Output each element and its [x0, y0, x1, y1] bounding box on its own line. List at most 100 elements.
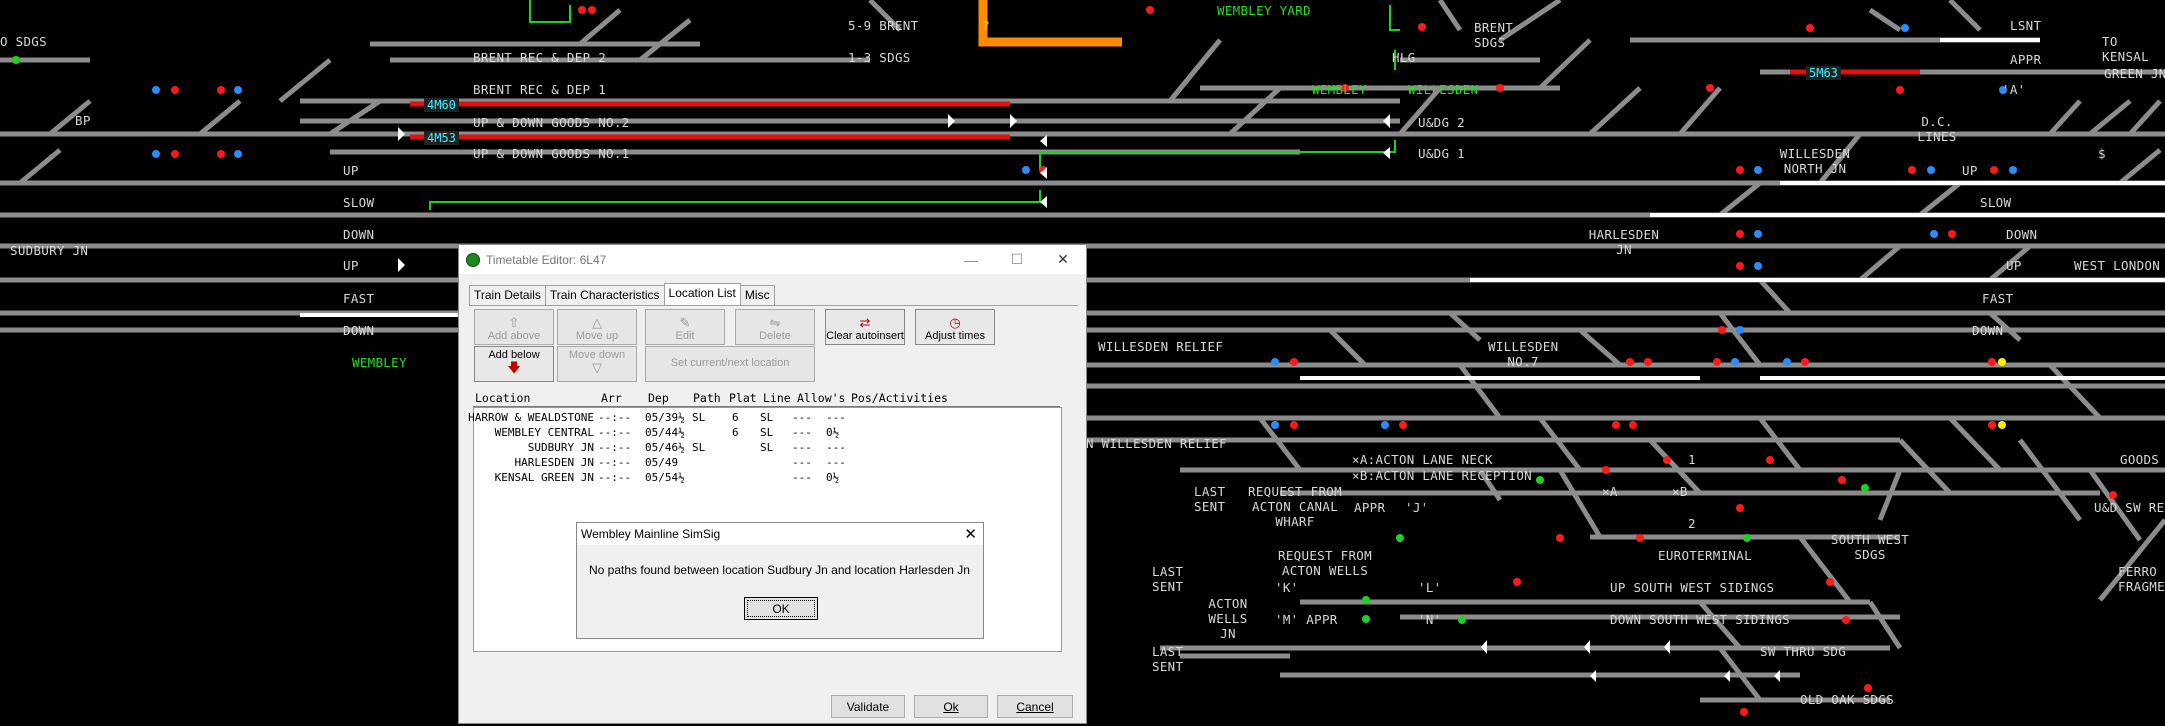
- message-ok-button[interactable]: OK: [744, 597, 818, 620]
- cell-location: KENSAL GREEN JN: [494, 471, 594, 484]
- label-to-kensal: TO KENSAL: [2102, 34, 2149, 64]
- arrow-down-icon: 🡇: [507, 360, 521, 375]
- move-up-button[interactable]: △ Move up: [557, 309, 637, 345]
- label-udg1: U&DG 1: [1418, 146, 1465, 161]
- label-appr-mid: APPR: [1354, 500, 1386, 515]
- col-line: Line: [763, 391, 791, 405]
- label-wembley-mid: WEMBLEY: [1312, 82, 1367, 97]
- label-willesden: WILLESDEN: [1408, 82, 1479, 97]
- label-euroterminal: EUROTERMINAL: [1658, 548, 1752, 563]
- table-row[interactable]: WEMBLEY CENTRAL --:-- 05/44½ 6 SL --- 0½: [474, 426, 1061, 441]
- message-text: No paths found between location Sudbury …: [589, 563, 970, 577]
- move-down-button[interactable]: Move down ▽: [557, 346, 637, 382]
- timetable-editor-titlebar[interactable]: Timetable Editor: 6L47 — ☐ ✕: [459, 245, 1086, 274]
- label-acton-lane-neck: ×A:ACTON LANE NECK: [1352, 452, 1493, 467]
- adjust-times-button[interactable]: ◷ Adjust times: [915, 309, 995, 345]
- label-down-2: DOWN: [343, 323, 375, 338]
- timetable-editor-title: Timetable Editor: 6L47: [486, 252, 607, 267]
- cell-arr: --:--: [598, 471, 632, 484]
- berth-4m60[interactable]: 4M60: [424, 98, 459, 112]
- label-request-acton-wells: REQUEST FROM ACTON WELLS: [1278, 548, 1372, 578]
- col-arr: Arr: [601, 391, 622, 405]
- table-row[interactable]: HARROW & WEALDSTONE --:-- 05/39½ SL 6 SL --- --…: [468, 411, 1061, 426]
- table-row[interactable]: SUDBURY JN --:-- 05/46½ SL SL --- ---: [474, 441, 1061, 456]
- label-up-south-west-sidings: UP SOUTH WEST SIDINGS: [1610, 580, 1775, 595]
- label-j-quote: 'J': [1405, 500, 1429, 515]
- cell-dep: 05/49: [645, 456, 679, 469]
- label-bp: BP: [75, 113, 91, 128]
- set-current-next-button[interactable]: Set current/next location: [645, 346, 815, 382]
- tab-location-list[interactable]: Location List: [663, 283, 741, 306]
- label-ferro-fragmen: FERRO FRAGMEN: [2118, 564, 2165, 594]
- label-k-quote: 'K': [1275, 580, 1299, 595]
- label-last-sent-3: LAST SENT: [1152, 644, 1184, 674]
- train-down-icon: ▽: [592, 360, 602, 375]
- route-layer: [410, 69, 1920, 140]
- label-one: 1: [1688, 452, 1696, 467]
- message-close-icon[interactable]: ✕: [964, 525, 977, 543]
- ok-button[interactable]: Ok: [914, 695, 988, 718]
- label-willesden-no7: WILLESDEN NO.7: [1488, 339, 1559, 369]
- timetable-editor-window[interactable]: Timetable Editor: 6L47 — ☐ ✕ Train Detai…: [458, 244, 1087, 724]
- add-above-button[interactable]: ⇧ Add above: [474, 309, 554, 345]
- label-south-west-sdgs: SOUTH WEST SDGS: [1830, 532, 1910, 562]
- label-sudbury-jn: SUDBURY JN: [10, 243, 89, 258]
- cell-pos: 0½: [826, 471, 840, 484]
- cancel-button[interactable]: Cancel: [997, 695, 1073, 718]
- cell-line: SL: [760, 441, 774, 454]
- maximize-icon[interactable]: ☐: [994, 245, 1040, 274]
- table-row[interactable]: KENSAL GREEN JN --:-- 05/54½ --- 0½: [474, 471, 1061, 486]
- cell-pos: ---: [826, 411, 846, 424]
- col-allows: Allow's: [797, 391, 846, 405]
- cell-pos: ---: [826, 456, 846, 469]
- clear-autoinsert-button[interactable]: ⇄ Clear autoinsert: [825, 309, 905, 345]
- label-up-3: UP: [1962, 163, 1978, 178]
- clear-autoinsert-icon: ⇄: [859, 315, 871, 330]
- label-green-jn: GREEN JN: [2104, 66, 2165, 81]
- label-willesden-north-jn: WILLESDEN NORTH JN: [1779, 146, 1851, 176]
- cell-allow: ---: [792, 456, 812, 469]
- label-a-quote: 'A': [2002, 82, 2026, 97]
- label-west-london: WEST LONDON: [2074, 258, 2161, 273]
- berth-5m63[interactable]: 5M63: [1806, 66, 1841, 80]
- berth-4m53[interactable]: 4M53: [424, 131, 459, 145]
- close-icon[interactable]: ✕: [1040, 245, 1086, 274]
- cell-path: SL: [692, 411, 706, 424]
- col-pos-activities: Pos/Activities: [851, 391, 948, 405]
- label-xa: ×A: [1602, 484, 1618, 499]
- label-down-south-west-sidings: DOWN SOUTH WEST SIDINGS: [1610, 612, 1790, 627]
- cell-pos: ---: [826, 441, 846, 454]
- label-request-acton-canal: REQUEST FROM ACTON CANAL WHARF: [1248, 484, 1342, 529]
- cell-plat: 6: [732, 411, 739, 424]
- error-message-box[interactable]: Wembley Mainline SimSig ✕ No paths found…: [576, 522, 984, 639]
- label-up-down-goods-2: UP & DOWN GOODS NO.2: [473, 115, 630, 130]
- cell-location: HARLESDEN JN: [514, 456, 594, 469]
- validate-button[interactable]: Validate: [831, 695, 905, 718]
- simsig-app-icon: [466, 252, 480, 267]
- delete-button[interactable]: ⇋ Delete: [735, 309, 815, 345]
- add-below-button[interactable]: Add below 🡇: [474, 346, 554, 382]
- clear-autoinsert-label: Clear autoinsert: [826, 330, 904, 342]
- message-box-titlebar[interactable]: Wembley Mainline SimSig: [577, 523, 983, 545]
- message-box-title: Wembley Mainline SimSig: [581, 527, 721, 541]
- label-willesden-relief-1: WILLESDEN RELIEF: [1098, 339, 1224, 354]
- adjust-times-label: Adjust times: [925, 330, 985, 342]
- col-dep: Dep: [648, 391, 669, 405]
- location-list-header: Location Arr Dep Path Plat Line Allow's …: [473, 391, 1060, 407]
- label-willesden-relief-2: N WILLESDEN RELIEF: [1086, 436, 1227, 451]
- minimize-icon[interactable]: —: [948, 245, 994, 274]
- add-above-label: Add above: [487, 330, 541, 342]
- cell-dep: 05/44½: [645, 426, 685, 439]
- label-brent-sdgs: BRENT SDGS: [1474, 20, 1514, 50]
- label-slow-2: SLOW: [1980, 195, 2012, 210]
- label-last-sent-1: LAST SENT: [1194, 484, 1226, 514]
- label-sw-thru-sdg: SW THRU SDG: [1760, 644, 1847, 659]
- tab-train-characteristics[interactable]: Train Characteristics: [544, 285, 665, 306]
- cell-dep: 05/39½: [645, 411, 685, 424]
- tab-misc[interactable]: Misc: [739, 285, 775, 306]
- label-down-1: DOWN: [343, 227, 375, 242]
- table-row[interactable]: HARLESDEN JN --:-- 05/49 --- ---: [474, 456, 1061, 471]
- tab-train-details[interactable]: Train Details: [469, 285, 546, 306]
- edit-button[interactable]: ✎ Edit: [645, 309, 725, 345]
- label-acton-lane-reception: ×B:ACTON LANE RECEPTION: [1352, 468, 1532, 483]
